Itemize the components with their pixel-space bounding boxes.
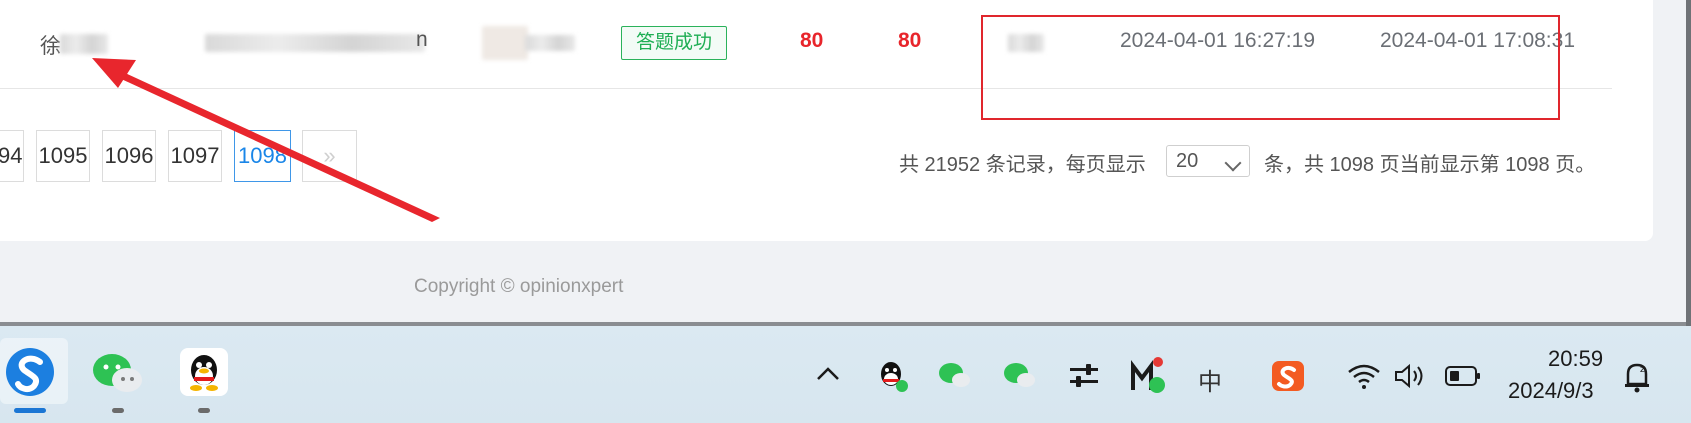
sogou-browser-icon[interactable] [0, 338, 68, 404]
window-right-edge [1686, 0, 1691, 326]
taskbar: 中 20:59 2024/9/3 z [0, 326, 1691, 423]
sliders-settings-icon[interactable] [1068, 362, 1100, 395]
clock-time[interactable]: 20:59 [1548, 346, 1603, 372]
meeting-app-tray-icon[interactable] [1130, 356, 1166, 399]
svg-text:z: z [1640, 365, 1645, 375]
clock-date[interactable]: 2024/9/3 [1508, 378, 1594, 404]
wifi-icon[interactable] [1347, 362, 1381, 395]
wechat-icon[interactable] [92, 350, 144, 401]
annotation-arrow [92, 58, 440, 222]
qq-icon[interactable] [180, 348, 228, 396]
show-hidden-icons-chevron-up-icon[interactable] [815, 364, 841, 389]
notification-bell-dnd-icon[interactable]: z [1622, 360, 1654, 399]
volume-icon[interactable] [1393, 362, 1429, 395]
wechat-work-tray-icon[interactable] [1003, 360, 1037, 395]
sogou-input-icon[interactable] [1270, 359, 1306, 398]
ime-chinese-indicator[interactable]: 中 [1198, 362, 1222, 397]
running-app-indicator [112, 408, 124, 413]
arrow-shaft [106, 66, 440, 222]
battery-icon[interactable] [1444, 364, 1484, 393]
wechat-tray-icon[interactable] [938, 360, 972, 395]
running-app-indicator [198, 408, 210, 413]
qq-tray-icon[interactable] [876, 358, 910, 399]
active-app-indicator [14, 408, 46, 413]
arrow-head [92, 58, 136, 88]
